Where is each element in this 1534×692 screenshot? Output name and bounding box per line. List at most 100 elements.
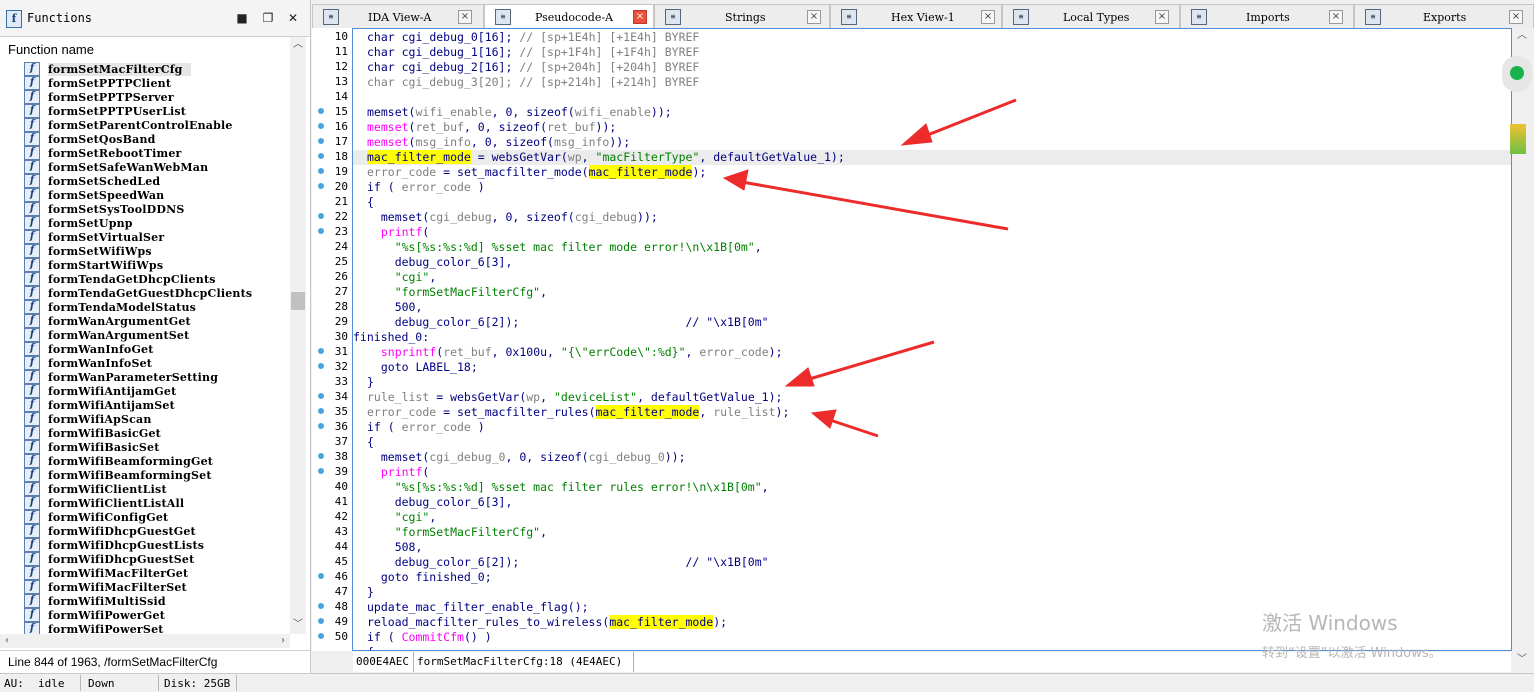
gutter-line[interactable]: 28	[312, 299, 352, 314]
gutter-line[interactable]: 46	[312, 569, 352, 584]
function-list-item[interactable]: f formSetWifiWps	[24, 244, 290, 258]
function-list-item[interactable]: f formWifiClientListAll	[24, 496, 290, 510]
gutter-line[interactable]: 25	[312, 254, 352, 269]
code-line[interactable]: 500,	[367, 300, 423, 315]
code-line[interactable]: memset(cgi_debug, 0, sizeof(cgi_debug));	[367, 210, 658, 225]
function-list-item[interactable]: f formSetSysToolDDNS	[24, 202, 290, 216]
gutter-line[interactable]: 32	[312, 359, 352, 374]
function-list-item[interactable]: f formSetParentControlEnable	[24, 118, 290, 132]
gutter-line[interactable]: 10	[312, 29, 352, 44]
function-list-item[interactable]: f formTendaModelStatus	[24, 300, 290, 314]
code-line[interactable]: char cgi_debug_1[16]; // [sp+1F4h] [+1F4…	[367, 45, 699, 60]
function-list-item[interactable]: f formSetQosBand	[24, 132, 290, 146]
gutter-line[interactable]: 29	[312, 314, 352, 329]
gutter-line[interactable]: 30	[312, 329, 352, 344]
function-list-item[interactable]: f formWifiMultiSsid	[24, 594, 290, 608]
gutter-line[interactable]: 47	[312, 584, 352, 599]
scroll-right-icon[interactable]: ›	[276, 634, 290, 648]
breakpoint-dot-icon[interactable]	[318, 573, 324, 579]
function-list-item[interactable]: f formSetVirtualSer	[24, 230, 290, 244]
code-line[interactable]: goto LABEL_18;	[367, 360, 478, 375]
gutter-line[interactable]: 34	[312, 389, 352, 404]
code-line[interactable]: "cgi",	[367, 510, 437, 525]
breakpoint-dot-icon[interactable]	[318, 363, 324, 369]
function-list-item[interactable]: f formWifiBeamformingGet	[24, 454, 290, 468]
function-list-item[interactable]: f formWifiPowerGet	[24, 608, 290, 622]
breakpoint-dot-icon[interactable]	[318, 393, 324, 399]
function-list-item[interactable]: f formWifiDhcpGuestSet	[24, 552, 290, 566]
code-line[interactable]: "%s[%s:%s:%d] %sset mac filter mode erro…	[367, 240, 762, 255]
tab-ida-view-a[interactable]: ≡ IDA View-A ×	[312, 4, 484, 28]
function-list-item[interactable]: f formSetSchedLed	[24, 174, 290, 188]
breakpoint-dot-icon[interactable]	[318, 123, 324, 129]
tab-strings[interactable]: ≡ Strings ×	[654, 4, 830, 28]
tab-close-icon[interactable]: ×	[1509, 10, 1523, 24]
code-line[interactable]: char cgi_debug_3[20]; // [sp+214h] [+214…	[367, 75, 699, 90]
gutter-line[interactable]: 49	[312, 614, 352, 629]
gutter-line[interactable]: 37	[312, 434, 352, 449]
pseudocode-view[interactable]: char cgi_debug_0[16]; // [sp+1E4h] [+1E4…	[352, 28, 1512, 651]
code-line[interactable]: debug_color_6[3],	[367, 255, 513, 270]
function-list-item[interactable]: f formSetUpnp	[24, 216, 290, 230]
function-list-item[interactable]: f formWifiDhcpGuestLists	[24, 538, 290, 552]
gutter-line[interactable]: 45	[312, 554, 352, 569]
code-line[interactable]: "%s[%s:%s:%d] %sset mac filter rules err…	[367, 480, 769, 495]
gutter-line[interactable]: 26	[312, 269, 352, 284]
code-line[interactable]: {	[367, 435, 374, 450]
tab-imports[interactable]: ≡ Imports ×	[1180, 4, 1354, 28]
gutter-line[interactable]: 24	[312, 239, 352, 254]
code-line[interactable]: "cgi",	[367, 270, 437, 285]
function-list-item[interactable]: f formWifiAntijamGet	[24, 384, 290, 398]
scroll-down-icon[interactable]: ﹀	[1512, 652, 1532, 668]
gutter-line[interactable]: 22	[312, 209, 352, 224]
code-line[interactable]: "formSetMacFilterCfg",	[367, 285, 547, 300]
code-line[interactable]: memset(wifi_enable, 0, sizeof(wifi_enabl…	[367, 105, 672, 120]
code-line[interactable]: if ( CommitCfm() )	[367, 630, 492, 645]
gutter-line[interactable]: 43	[312, 524, 352, 539]
tab-close-icon[interactable]: ×	[633, 10, 647, 24]
breakpoint-dot-icon[interactable]	[318, 618, 324, 624]
function-list-item[interactable]: f formWifiMacFilterGet	[24, 566, 290, 580]
scroll-left-icon[interactable]: ‹	[0, 634, 14, 648]
code-line[interactable]: debug_color_6[2]); // "\x1B[0m"	[367, 555, 769, 570]
breakpoint-dot-icon[interactable]	[318, 108, 324, 114]
function-list-item[interactable]: f formSetSpeedWan	[24, 188, 290, 202]
sync-indicator[interactable]	[1502, 56, 1532, 92]
breakpoint-dot-icon[interactable]	[318, 183, 324, 189]
gutter-line[interactable]: 39	[312, 464, 352, 479]
function-list[interactable]: f formSetMacFilterCfg f formSetPPTPClient f f…	[24, 62, 290, 634]
code-line[interactable]: char cgi_debug_0[16]; // [sp+1E4h] [+1E4…	[367, 30, 699, 45]
function-list-item[interactable]: f formWifiBasicGet	[24, 426, 290, 440]
close-icon[interactable]: ✕	[287, 12, 299, 24]
gutter-line[interactable]: 48	[312, 599, 352, 614]
gutter-line[interactable]: 12	[312, 59, 352, 74]
function-list-item[interactable]: f formSetSafeWanWebMan	[24, 160, 290, 174]
restore-icon[interactable]: ❐	[262, 12, 274, 24]
code-line[interactable]: printf(	[367, 225, 429, 240]
gutter-line[interactable]: 18	[312, 149, 352, 164]
code-line[interactable]: {	[367, 645, 374, 650]
function-list-vertical-scrollbar[interactable]: ︿ ﹀	[290, 37, 306, 634]
code-line[interactable]: 508,	[367, 540, 423, 555]
gutter-line[interactable]: 50	[312, 629, 352, 644]
code-line[interactable]: char cgi_debug_2[16]; // [sp+204h] [+204…	[367, 60, 699, 75]
code-line[interactable]: rule_list = websGetVar(wp, "deviceList",…	[367, 390, 782, 405]
function-list-item[interactable]: f formWifiApScan	[24, 412, 290, 426]
gutter-line[interactable]: 33	[312, 374, 352, 389]
code-line[interactable]: mac_filter_mode = websGetVar(wp, "macFil…	[353, 150, 1511, 165]
code-line[interactable]: printf(	[367, 465, 429, 480]
code-line[interactable]: memset(ret_buf, 0, sizeof(ret_buf));	[367, 120, 616, 135]
breakpoint-dot-icon[interactable]	[318, 603, 324, 609]
breakpoint-dot-icon[interactable]	[318, 168, 324, 174]
function-list-item[interactable]: f formStartWifiWps	[24, 258, 290, 272]
code-line[interactable]: memset(msg_info, 0, sizeof(msg_info));	[367, 135, 630, 150]
gutter-line[interactable]: 20	[312, 179, 352, 194]
breakpoint-dot-icon[interactable]	[318, 423, 324, 429]
scroll-up-icon[interactable]: ︿	[1512, 28, 1532, 44]
breakpoint-dot-icon[interactable]	[318, 408, 324, 414]
breakpoint-dot-icon[interactable]	[318, 633, 324, 639]
code-line[interactable]: }	[367, 375, 374, 390]
code-line[interactable]: finished_0:	[353, 330, 429, 345]
breakpoint-dot-icon[interactable]	[318, 228, 324, 234]
function-list-item[interactable]: f formWanArgumentGet	[24, 314, 290, 328]
